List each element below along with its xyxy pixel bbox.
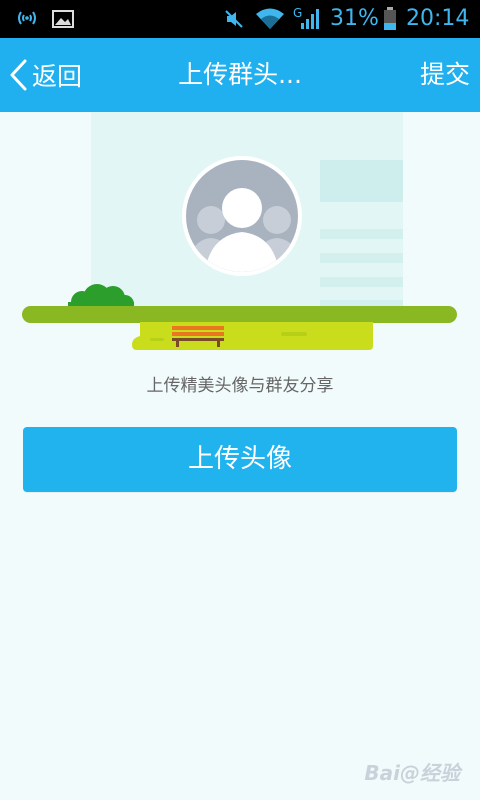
ground	[22, 306, 457, 323]
wireless-signal-icon	[14, 0, 40, 38]
submit-button[interactable]: 提交	[420, 38, 470, 112]
battery-percent: 31%	[330, 6, 379, 31]
battery-icon	[382, 0, 398, 38]
back-button[interactable]: 返回	[8, 38, 82, 112]
placeholder-block	[320, 160, 403, 202]
watermark-logo: Bai@经验	[364, 761, 460, 785]
clock: 20:14	[406, 6, 470, 31]
title-bar: 返回 上传群头... 提交	[0, 38, 480, 112]
status-bar: G 31% 20:14	[0, 0, 480, 38]
page-title: 上传群头...	[178, 60, 302, 89]
back-label: 返回	[32, 62, 83, 91]
cell-signal-icon	[292, 0, 320, 38]
chevron-left-icon	[8, 58, 30, 92]
image-icon	[52, 0, 74, 38]
wifi-icon	[254, 0, 286, 38]
group-avatar-illustration	[0, 112, 480, 362]
mute-icon	[222, 0, 246, 38]
lawn	[132, 322, 373, 350]
tagline: 上传精美头像与群友分享	[146, 376, 334, 396]
upload-avatar-button[interactable]: 上传头像	[23, 427, 457, 492]
